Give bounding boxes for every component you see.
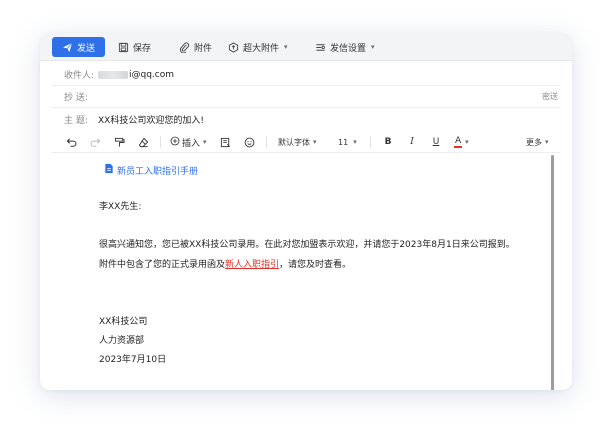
editor-scrollbar[interactable] bbox=[551, 155, 554, 390]
font-color-button[interactable]: A ▾ bbox=[454, 134, 469, 150]
toolbar-divider bbox=[370, 136, 371, 148]
chevron-down-icon: ▾ bbox=[203, 138, 207, 146]
save-icon bbox=[118, 42, 129, 53]
document-icon bbox=[104, 163, 114, 177]
signature-company: XX科技公司 bbox=[99, 317, 148, 327]
chevron-down-icon: ▾ bbox=[353, 138, 357, 146]
cc-label: 抄 送: bbox=[64, 93, 88, 103]
to-row: 收件人: i@qq.com bbox=[52, 64, 560, 86]
undo-icon[interactable] bbox=[64, 134, 78, 150]
font-family-value: 默认字体 bbox=[278, 137, 310, 147]
bold-button[interactable]: B bbox=[382, 134, 394, 150]
signature-date: 2023年7月10日 bbox=[99, 355, 167, 365]
insert-label: 插入 bbox=[182, 138, 201, 149]
recipient-address: i@qq.com bbox=[129, 70, 175, 80]
signature-department: 人力资源部 bbox=[99, 336, 145, 346]
attachment-label: 附件 bbox=[194, 43, 213, 54]
to-label: 收件人: bbox=[64, 71, 95, 81]
template-icon[interactable] bbox=[218, 134, 232, 150]
send-button[interactable]: 发送 bbox=[52, 37, 105, 57]
attachment-name: 新员工入职指引手册 bbox=[117, 166, 199, 177]
paragraph-2: 附件中包含了您的正式录用函及新人入职指引，请您及时查看。 bbox=[99, 257, 351, 270]
settings-list-icon bbox=[315, 42, 326, 53]
editor-body[interactable]: 新员工入职指引手册 李XX先生: 很高兴通知您，您已被XX科技公司录用。在此对您… bbox=[52, 153, 560, 390]
font-size-select[interactable]: 11 ▾ bbox=[338, 134, 357, 150]
bcc-link[interactable]: 密送 bbox=[542, 91, 558, 102]
chevron-down-icon: ▾ bbox=[371, 43, 375, 51]
eraser-icon[interactable] bbox=[136, 134, 150, 150]
paperclip-icon bbox=[179, 41, 190, 53]
italic-button[interactable]: I bbox=[406, 134, 418, 150]
save-button[interactable]: 保存 bbox=[118, 37, 151, 57]
subject-input[interactable]: XX科技公司欢迎您的加入! bbox=[98, 113, 204, 126]
font-color-icon: A bbox=[454, 135, 463, 148]
subject-label: 主 题: bbox=[64, 115, 88, 126]
chevron-down-icon: ▾ bbox=[313, 138, 317, 146]
font-size-value: 11 bbox=[338, 137, 349, 147]
large-attachment-label: 超大附件 bbox=[243, 43, 280, 54]
recipient-chip[interactable]: i@qq.com bbox=[98, 68, 174, 82]
more-menu[interactable]: 更多 ▾ bbox=[526, 134, 549, 150]
chevron-down-icon: ▾ bbox=[465, 138, 469, 146]
send-label: 发送 bbox=[76, 43, 95, 54]
send-settings-label: 发信设置 bbox=[330, 43, 367, 54]
chevron-down-icon: ▾ bbox=[284, 43, 288, 51]
more-label: 更多 bbox=[526, 137, 542, 147]
compose-window: 发送 保存 附件 超大附件 ▾ 发信设置 ▾ 收件人: i@qq.com 抄 送… bbox=[40, 33, 572, 390]
font-family-select[interactable]: 默认字体 ▾ bbox=[278, 134, 317, 150]
insert-menu[interactable]: 插入 ▾ bbox=[170, 134, 207, 150]
editor-toolbar: 插入 ▾ 默认字体 ▾ 11 ▾ B I U A ▾ 更多 ▾ bbox=[52, 131, 560, 153]
onboarding-guide-link[interactable]: 新人入职指引 bbox=[225, 260, 279, 270]
compose-card: 收件人: i@qq.com 抄 送: 密送 主 题: XX科技公司欢迎您的加入! bbox=[52, 61, 560, 390]
send-icon bbox=[62, 42, 73, 53]
chevron-down-icon: ▾ bbox=[545, 138, 549, 146]
underline-button[interactable]: U bbox=[430, 134, 442, 150]
cloud-attachment-icon bbox=[228, 41, 239, 53]
paragraph-2-suffix: ，请您及时查看。 bbox=[279, 260, 352, 270]
redo-icon[interactable] bbox=[88, 134, 102, 150]
greeting: 李XX先生: bbox=[99, 202, 142, 212]
emoji-icon[interactable] bbox=[242, 134, 256, 150]
attachment-file[interactable]: 新员工入职指引手册 bbox=[104, 163, 198, 177]
send-settings-button[interactable]: 发信设置 ▾ bbox=[315, 37, 375, 57]
save-label: 保存 bbox=[133, 43, 152, 54]
attachment-button[interactable]: 附件 bbox=[179, 37, 212, 57]
cc-row[interactable]: 抄 送: 密送 bbox=[52, 86, 560, 108]
paragraph-2-prefix: 附件中包含了您的正式录用函及 bbox=[99, 260, 226, 270]
large-attachment-button[interactable]: 超大附件 ▾ bbox=[228, 37, 288, 57]
toolbar-divider bbox=[266, 136, 267, 148]
toolbar-divider bbox=[160, 136, 161, 148]
format-painter-icon[interactable] bbox=[112, 134, 126, 150]
plus-circle-icon bbox=[170, 136, 180, 149]
compose-toolbar: 发送 保存 附件 超大附件 ▾ 发信设置 ▾ bbox=[40, 33, 572, 61]
paragraph-1: 很高兴通知您，您已被XX科技公司录用。在此对您加盟表示欢迎，并请您于2023年8… bbox=[99, 240, 515, 250]
subject-row[interactable]: 主 题: XX科技公司欢迎您的加入! bbox=[52, 108, 560, 130]
redacted-email-prefix bbox=[98, 71, 128, 79]
